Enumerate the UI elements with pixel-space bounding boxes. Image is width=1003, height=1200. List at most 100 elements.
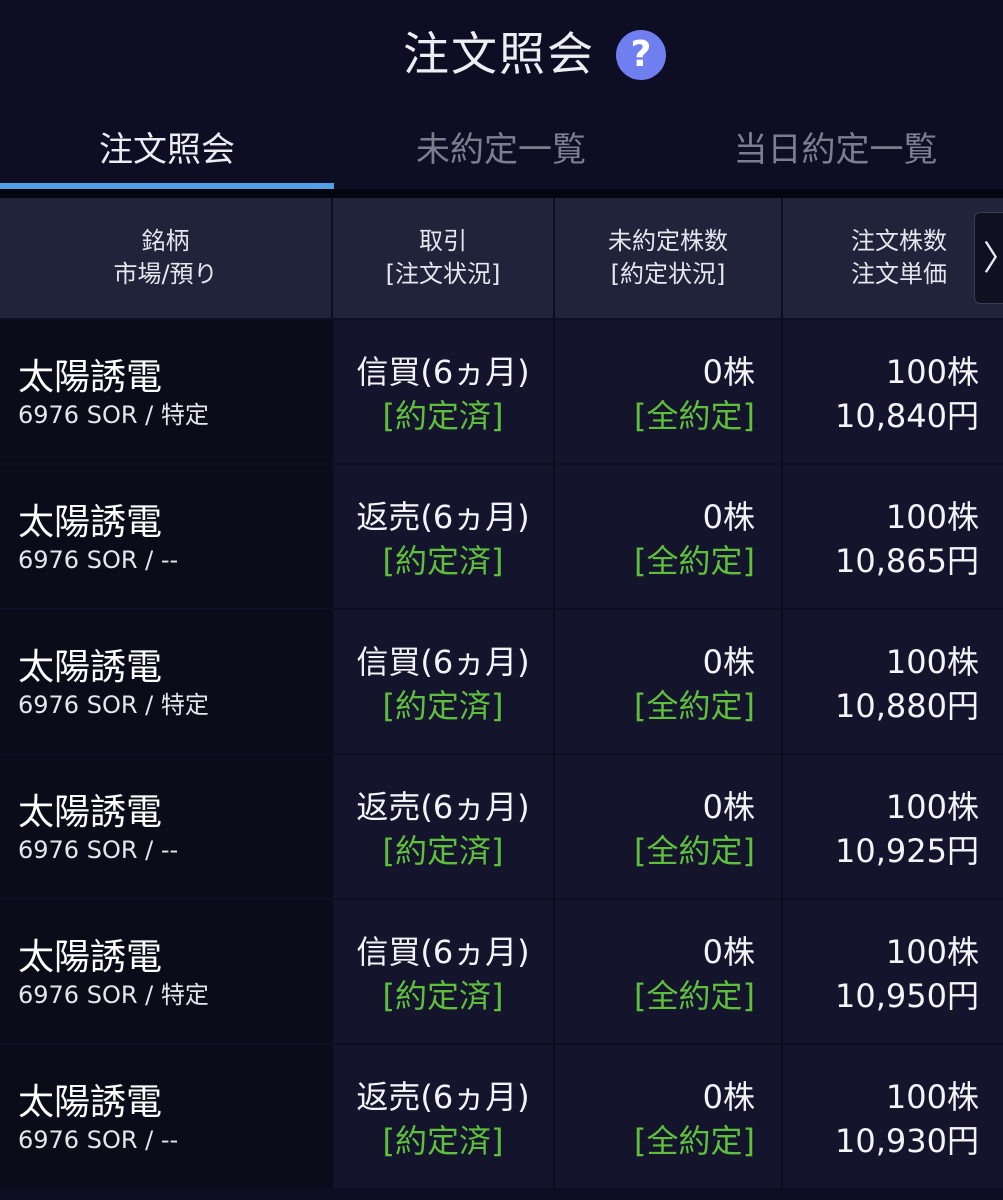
trade-type: 信買(6ヵ月) xyxy=(356,643,530,681)
stock-name: 太陽誘電 xyxy=(18,357,163,398)
order-quantity: 100株 xyxy=(885,1078,979,1116)
order-quantity: 100株 xyxy=(885,933,979,971)
trade-type: 信買(6ヵ月) xyxy=(356,933,530,971)
order-price: 10,925円 xyxy=(835,832,979,870)
order-status: [約定済] xyxy=(382,1122,504,1160)
column-header-line2: 市場/預り xyxy=(113,260,218,288)
column-header-line2: 注文単価 xyxy=(851,260,947,288)
trade-cell: 信買(6ヵ月) [約定済] xyxy=(333,320,555,463)
fill-status: [全約定] xyxy=(634,542,755,580)
column-header-trade[interactable]: 取引 [注文状況] xyxy=(333,198,555,318)
tab-bar: 注文照会 未約定一覧 当日約定一覧 xyxy=(0,110,1003,190)
unfilled-cell: 0株 [全約定] xyxy=(555,465,783,608)
quantity-cell: 100株 10,840円 xyxy=(783,320,1003,463)
title-bar: 注文照会 ? xyxy=(0,0,1003,110)
fill-status: [全約定] xyxy=(634,397,755,435)
order-status: [約定済] xyxy=(382,832,504,870)
scroll-right-icon[interactable]: 〉 xyxy=(974,212,1003,304)
symbol-cell: 太陽誘電 6976 SOR / 特定 xyxy=(0,900,333,1043)
order-price: 10,950円 xyxy=(835,977,979,1015)
unfilled-cell: 0株 [全約定] xyxy=(555,1045,783,1188)
quantity-cell: 100株 10,865円 xyxy=(783,465,1003,608)
market-account: 6976 SOR / 特定 xyxy=(18,981,209,1009)
fill-status: [全約定] xyxy=(634,832,755,870)
table-row[interactable]: 太陽誘電 6976 SOR / -- 返売(6ヵ月) [約定済] 0株 [全約定… xyxy=(0,465,1003,608)
market-account: 6976 SOR / 特定 xyxy=(18,401,209,429)
column-header-quantity[interactable]: 注文株数 注文単価 xyxy=(783,198,1003,318)
quantity-cell: 100株 10,950円 xyxy=(783,900,1003,1043)
order-status: [約定済] xyxy=(382,542,504,580)
tab-divider xyxy=(0,189,1003,198)
fill-status: [全約定] xyxy=(634,687,755,725)
quantity-cell: 100株 10,925円 xyxy=(783,755,1003,898)
unfilled-cell: 0株 [全約定] xyxy=(555,900,783,1043)
stock-name: 太陽誘電 xyxy=(18,647,163,688)
fill-status: [全約定] xyxy=(634,1122,755,1160)
unfilled-shares: 0株 xyxy=(702,643,755,681)
trade-type: 返売(6ヵ月) xyxy=(356,498,530,536)
trade-type: 返売(6ヵ月) xyxy=(356,788,530,826)
market-account: 6976 SOR / 特定 xyxy=(18,691,209,719)
table-row[interactable]: 太陽誘電 6976 SOR / 特定 信買(6ヵ月) [約定済] 0株 [全約定… xyxy=(0,610,1003,753)
help-icon[interactable]: ? xyxy=(616,30,666,80)
symbol-cell: 太陽誘電 6976 SOR / 特定 xyxy=(0,610,333,753)
table-row[interactable]: 太陽誘電 6976 SOR / -- 返売(6ヵ月) [約定済] 0株 [全約定… xyxy=(0,1045,1003,1188)
column-header-line1: 銘柄 xyxy=(141,227,190,255)
table-row[interactable]: 太陽誘電 6976 SOR / 特定 信買(6ヵ月) [約定済] 0株 [全約定… xyxy=(0,900,1003,1043)
order-price: 10,840円 xyxy=(835,397,979,435)
column-header-line1: 注文株数 xyxy=(851,227,947,255)
quantity-cell: 100株 10,880円 xyxy=(783,610,1003,753)
column-header-line2: [約定状況] xyxy=(610,260,726,288)
table-row[interactable]: 太陽誘電 6976 SOR / -- 返売(6ヵ月) [約定済] 0株 [全約定… xyxy=(0,755,1003,898)
column-header-line1: 未約定株数 xyxy=(608,227,728,255)
column-header-symbol[interactable]: 銘柄 市場/預り xyxy=(0,198,333,318)
stock-name: 太陽誘電 xyxy=(18,1082,163,1123)
market-account: 6976 SOR / -- xyxy=(18,836,179,864)
trade-cell: 返売(6ヵ月) [約定済] xyxy=(333,755,555,898)
tab-order-inquiry[interactable]: 注文照会 xyxy=(0,110,334,186)
unfilled-shares: 0株 xyxy=(702,1078,755,1116)
order-quantity: 100株 xyxy=(885,643,979,681)
symbol-cell: 太陽誘電 6976 SOR / -- xyxy=(0,465,333,608)
unfilled-cell: 0株 [全約定] xyxy=(555,320,783,463)
unfilled-cell: 0株 [全約定] xyxy=(555,610,783,753)
unfilled-shares: 0株 xyxy=(702,788,755,826)
market-account: 6976 SOR / -- xyxy=(18,1126,179,1154)
symbol-cell: 太陽誘電 6976 SOR / 特定 xyxy=(0,320,333,463)
table-header-row: 銘柄 市場/預り 取引 [注文状況] 未約定株数 [約定状況] 注文株数 注文単… xyxy=(0,198,1003,318)
stock-name: 太陽誘電 xyxy=(18,502,163,543)
tab-today-fills[interactable]: 当日約定一覧 xyxy=(668,110,1003,186)
table-row[interactable]: 太陽誘電 6976 SOR / 特定 信買(6ヵ月) [約定済] 0株 [全約定… xyxy=(0,320,1003,463)
order-status: [約定済] xyxy=(382,977,504,1015)
order-price: 10,930円 xyxy=(835,1122,979,1160)
page-title: 注文照会 xyxy=(403,27,595,81)
market-account: 6976 SOR / -- xyxy=(18,546,179,574)
order-quantity: 100株 xyxy=(885,498,979,536)
trade-cell: 信買(6ヵ月) [約定済] xyxy=(333,610,555,753)
fill-status: [全約定] xyxy=(634,977,755,1015)
order-status: [約定済] xyxy=(382,397,504,435)
quantity-cell: 100株 10,930円 xyxy=(783,1045,1003,1188)
symbol-cell: 太陽誘電 6976 SOR / -- xyxy=(0,1045,333,1188)
unfilled-shares: 0株 xyxy=(702,353,755,391)
column-header-unfilled[interactable]: 未約定株数 [約定状況] xyxy=(555,198,783,318)
order-price: 10,865円 xyxy=(835,542,979,580)
unfilled-cell: 0株 [全約定] xyxy=(555,755,783,898)
column-header-line2: [注文状況] xyxy=(385,260,501,288)
stock-name: 太陽誘電 xyxy=(18,792,163,833)
trade-cell: 返売(6ヵ月) [約定済] xyxy=(333,465,555,608)
symbol-cell: 太陽誘電 6976 SOR / -- xyxy=(0,755,333,898)
trade-type: 返売(6ヵ月) xyxy=(356,1078,530,1116)
stock-name: 太陽誘電 xyxy=(18,937,163,978)
tab-unfilled-list[interactable]: 未約定一覧 xyxy=(334,110,668,186)
order-inquiry-screen: 注文照会 ? 注文照会 未約定一覧 当日約定一覧 銘柄 市場/預り 取引 [注文… xyxy=(0,0,1003,1200)
order-quantity: 100株 xyxy=(885,353,979,391)
column-header-line1: 取引 xyxy=(419,227,467,255)
unfilled-shares: 0株 xyxy=(702,498,755,536)
order-status: [約定済] xyxy=(382,687,504,725)
order-quantity: 100株 xyxy=(885,788,979,826)
trade-cell: 信買(6ヵ月) [約定済] xyxy=(333,900,555,1043)
trade-type: 信買(6ヵ月) xyxy=(356,353,530,391)
order-price: 10,880円 xyxy=(835,687,979,725)
trade-cell: 返売(6ヵ月) [約定済] xyxy=(333,1045,555,1188)
